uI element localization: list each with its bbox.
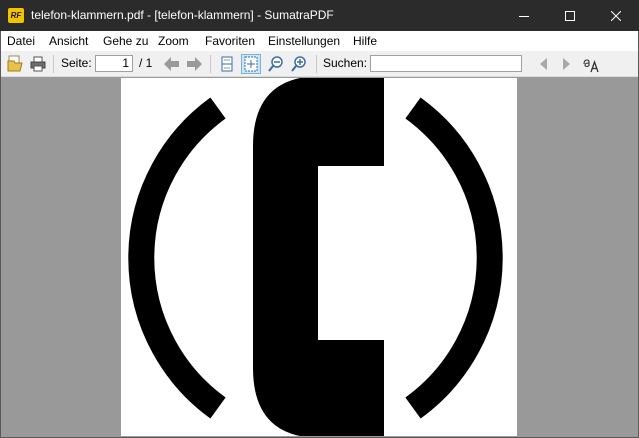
zoom-in-button[interactable] — [289, 54, 309, 74]
fit-page-icon — [244, 56, 258, 72]
page-number-input[interactable]: 1 — [95, 55, 133, 72]
page-label: Seite: — [61, 56, 92, 70]
next-page-button[interactable] — [184, 54, 204, 74]
triangle-right-icon — [563, 58, 570, 70]
menu-gehe-zu[interactable]: Gehe zu — [103, 31, 148, 51]
find-next-button[interactable] — [556, 54, 576, 74]
maximize-icon — [565, 10, 575, 21]
menu-einstellungen[interactable]: Einstellungen — [268, 31, 340, 51]
open-button[interactable] — [5, 54, 25, 74]
menu-favoriten[interactable]: Favoriten — [205, 31, 255, 51]
search-input[interactable] — [370, 55, 522, 72]
fit-width-button[interactable] — [217, 54, 237, 74]
fit-page-button[interactable] — [241, 54, 261, 74]
triangle-left-icon — [540, 58, 547, 70]
maximize-button[interactable] — [547, 0, 593, 31]
printer-icon — [30, 56, 46, 72]
toolbar: Seite: 1 / 1 Suchen: — [0, 51, 639, 77]
toolbar-separator — [316, 55, 317, 73]
close-icon — [611, 10, 621, 21]
toolbar-separator — [210, 55, 211, 73]
find-previous-button[interactable] — [534, 54, 554, 74]
match-case-icon — [583, 59, 599, 73]
menu-hilfe[interactable]: Hilfe — [353, 31, 377, 51]
window-title: telefon-klammern.pdf - [telefon-klammern… — [31, 8, 334, 22]
arrow-right-icon — [187, 57, 202, 71]
zoom-out-button[interactable] — [266, 54, 286, 74]
prev-page-button[interactable] — [162, 54, 182, 74]
right-parenthesis-shape — [405, 97, 503, 419]
page-total: / 1 — [139, 56, 153, 70]
title-bar[interactable]: RF telefon-klammern.pdf - [telefon-klamm… — [0, 0, 639, 31]
minimize-icon — [519, 15, 529, 17]
search-label: Suchen: — [323, 56, 368, 70]
toolbar-separator — [53, 55, 54, 73]
document-canvas[interactable] — [0, 77, 639, 438]
telephone-brackets-graphic — [128, 78, 503, 436]
open-folder-icon — [7, 55, 23, 72]
fit-width-icon — [221, 56, 233, 72]
left-parenthesis-shape — [128, 97, 226, 419]
match-case-button[interactable] — [581, 54, 601, 74]
arrow-left-icon — [164, 57, 179, 71]
menu-bar: Datei Ansicht Gehe zu Zoom Favoriten Ein… — [0, 31, 639, 51]
sumatrapdf-logo-icon: RF — [8, 8, 24, 23]
pdf-page — [121, 78, 517, 436]
zoom-out-icon — [268, 56, 283, 72]
close-button[interactable] — [593, 0, 639, 31]
menu-zoom[interactable]: Zoom — [158, 31, 189, 51]
minimize-button[interactable] — [501, 0, 547, 31]
print-button[interactable] — [28, 54, 48, 74]
zoom-in-icon — [291, 56, 306, 72]
telephone-handset-shape — [253, 78, 384, 436]
menu-ansicht[interactable]: Ansicht — [49, 31, 88, 51]
menu-datei[interactable]: Datei — [7, 31, 35, 51]
